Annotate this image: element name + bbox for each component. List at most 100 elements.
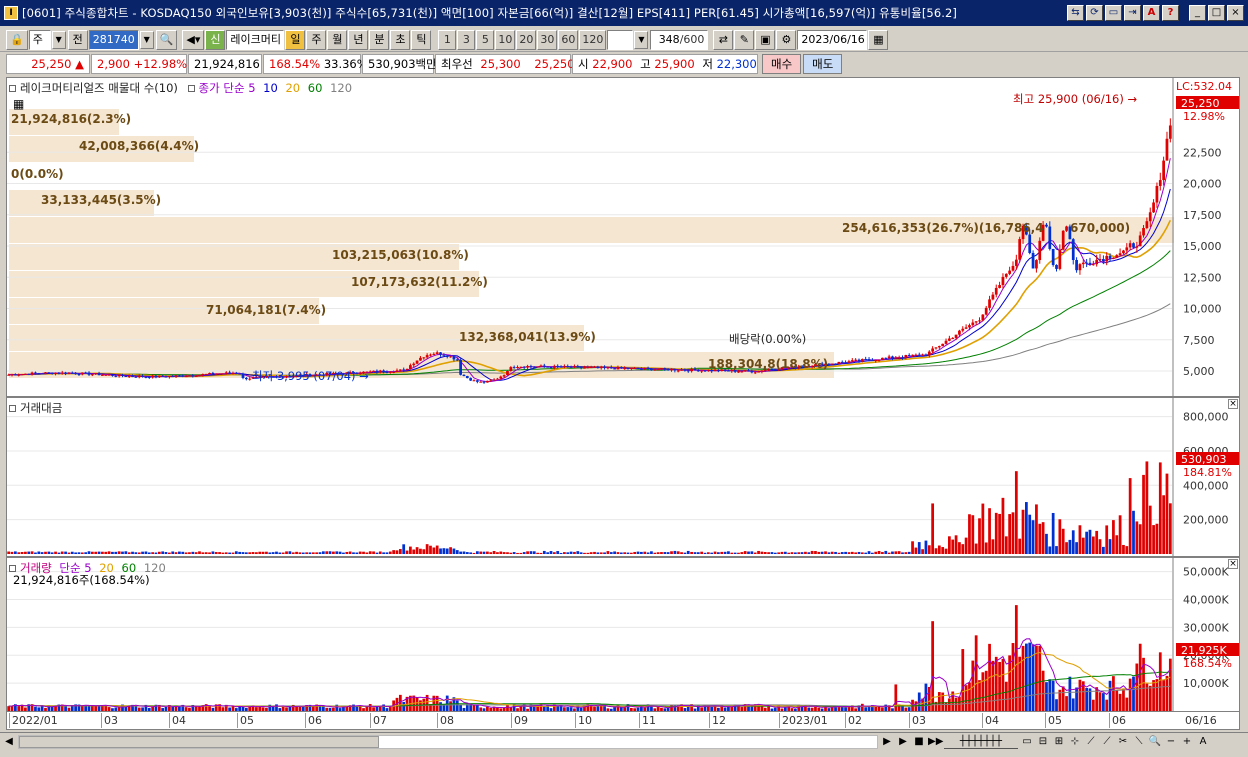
tab-minute[interactable]: 분 bbox=[369, 29, 390, 50]
checkbox-icon[interactable] bbox=[9, 565, 16, 572]
stop-icon[interactable]: ■ bbox=[912, 735, 926, 749]
layout-icon[interactable]: ⊟ bbox=[1036, 735, 1050, 749]
fast-forward-icon[interactable]: ▶▶ bbox=[928, 735, 943, 749]
chevron-down-icon[interactable]: ▼ bbox=[634, 30, 649, 49]
refresh-icon[interactable]: ⟳ bbox=[1086, 5, 1103, 21]
font-icon[interactable]: A bbox=[1143, 5, 1160, 21]
tab-yearly[interactable]: 년 bbox=[348, 29, 369, 50]
speaker-icon[interactable]: ◀▾ bbox=[182, 29, 205, 50]
price-chart-panel[interactable]: 22,500 20,000 17,500 15,000 12,500 10,000 7,50… bbox=[6, 77, 1240, 397]
scrollbar[interactable]: ◀ ▶ ▶ ■ ▶▶ ┼┼┼┼┼┼┼ ▭ ⊟ ⊞ ⊹ ⟋ ⟋ ✂ ⟍ 🔍 − +… bbox=[0, 732, 1248, 751]
checkbox-icon[interactable] bbox=[187, 85, 195, 92]
minus-icon[interactable]: − bbox=[1164, 735, 1178, 749]
crosshair-icon[interactable]: ⊹ bbox=[1068, 735, 1082, 749]
volume-bar bbox=[663, 708, 667, 711]
plus-icon[interactable]: + bbox=[1180, 735, 1194, 749]
help-icon[interactable]: ? bbox=[1162, 5, 1179, 21]
candle-body bbox=[623, 368, 627, 370]
zoom-slider[interactable]: ┼┼┼┼┼┼┼ bbox=[944, 735, 1018, 749]
line-tool-icon[interactable]: ⟋ bbox=[1100, 735, 1114, 749]
buy-button[interactable]: 매수 bbox=[762, 54, 802, 74]
stock-code-input[interactable]: 281740 bbox=[88, 29, 139, 50]
interval-button[interactable]: 3 bbox=[457, 29, 476, 50]
scroll-right-icon[interactable]: ▶ bbox=[880, 735, 894, 749]
interval-button[interactable]: 10 bbox=[495, 29, 516, 50]
candle-body bbox=[951, 337, 955, 339]
candle-body bbox=[164, 376, 168, 378]
tab-daily[interactable]: 일 bbox=[285, 29, 306, 50]
layout-icon[interactable]: ▭ bbox=[1020, 735, 1034, 749]
line-tool-icon[interactable]: ⟍ bbox=[1132, 735, 1146, 749]
zoom-icon[interactable]: 🔍 bbox=[1148, 735, 1162, 749]
interval-button[interactable]: 60 bbox=[558, 29, 579, 50]
checkbox-icon[interactable] bbox=[9, 85, 16, 92]
window-icon[interactable]: ▭ bbox=[1105, 5, 1122, 21]
tab-tick[interactable]: 틱 bbox=[411, 29, 432, 50]
pin-icon[interactable]: ⇥ bbox=[1124, 5, 1141, 21]
volume-bar bbox=[482, 708, 486, 711]
interval-button[interactable]: 20 bbox=[516, 29, 537, 50]
candle-body bbox=[372, 370, 375, 372]
arrows-icon[interactable]: ⇄ bbox=[713, 29, 734, 50]
prev-button[interactable]: 전 bbox=[67, 29, 88, 50]
interval-button[interactable]: 30 bbox=[537, 29, 558, 50]
amount-bar bbox=[311, 552, 315, 554]
font-size-icon[interactable]: A bbox=[1196, 735, 1210, 749]
close-button[interactable]: × bbox=[1227, 5, 1244, 21]
candle-body bbox=[54, 372, 57, 374]
amount-bar bbox=[365, 552, 369, 554]
count-input[interactable]: 348/600 bbox=[650, 29, 709, 50]
play-icon[interactable]: ▶ bbox=[896, 735, 910, 749]
grid-icon[interactable]: ▦ bbox=[13, 97, 24, 111]
volume-bar bbox=[261, 707, 265, 711]
volume-bar bbox=[211, 707, 215, 711]
candle-body bbox=[516, 366, 519, 368]
scroll-left-icon[interactable]: ◀ bbox=[2, 735, 16, 749]
volume-bar bbox=[338, 708, 342, 711]
interval-button[interactable]: 120 bbox=[579, 29, 607, 50]
save-icon[interactable]: ▣ bbox=[755, 29, 776, 50]
chevron-down-icon[interactable]: ▼ bbox=[51, 30, 66, 49]
custom-interval-input[interactable] bbox=[607, 29, 634, 50]
amount-bar bbox=[278, 552, 282, 554]
pen-icon[interactable]: ✎ bbox=[734, 29, 755, 50]
interval-button[interactable]: 5 bbox=[476, 29, 495, 50]
layout-icon[interactable]: ⊞ bbox=[1052, 735, 1066, 749]
sell-button[interactable]: 매도 bbox=[803, 54, 843, 74]
candle-body bbox=[579, 366, 583, 368]
candle-body bbox=[874, 359, 878, 361]
scroll-thumb[interactable] bbox=[19, 736, 379, 748]
interval-button[interactable]: 1 bbox=[438, 29, 457, 50]
candle-body bbox=[224, 372, 228, 374]
gear-icon[interactable]: ⚙ bbox=[776, 29, 797, 50]
amount-bar bbox=[529, 551, 533, 554]
close-icon[interactable]: × bbox=[1228, 559, 1238, 569]
amount-chart-panel[interactable]: 800,000 600,000 400,000 200,000 530,903 184.8… bbox=[6, 397, 1240, 557]
close-icon[interactable]: × bbox=[1228, 399, 1238, 409]
maximize-button[interactable]: □ bbox=[1208, 5, 1225, 21]
tab-second[interactable]: 초 bbox=[390, 29, 411, 50]
period-select[interactable]: 주 bbox=[28, 29, 51, 50]
volume-bar bbox=[1075, 687, 1078, 711]
date-input[interactable]: 2023/06/16 bbox=[797, 29, 868, 50]
scroll-track[interactable] bbox=[18, 735, 878, 749]
search-icon[interactable]: 🔍 bbox=[155, 29, 178, 50]
tab-weekly[interactable]: 주 bbox=[306, 29, 327, 50]
candle-body bbox=[134, 376, 138, 378]
calendar-icon[interactable]: ▦ bbox=[868, 29, 889, 50]
chevron-down-icon[interactable]: ▼ bbox=[139, 30, 154, 49]
lock-icon[interactable]: 🔒 bbox=[6, 29, 28, 50]
minimize-button[interactable]: _ bbox=[1189, 5, 1206, 21]
y-tick-label: 22,500 bbox=[1183, 146, 1222, 159]
link-icon[interactable]: ⇆ bbox=[1067, 5, 1084, 21]
cut-icon[interactable]: ✂ bbox=[1116, 735, 1130, 749]
amount-bar bbox=[372, 551, 375, 554]
line-tool-icon[interactable]: ⟋ bbox=[1084, 735, 1098, 749]
amount-bar bbox=[472, 552, 476, 554]
credit-icon[interactable]: 신 bbox=[205, 29, 226, 50]
volume-chart-panel[interactable]: 50,000K40,000K30,000K20,000K10,000K21,92… bbox=[6, 557, 1240, 712]
candle-body bbox=[1165, 138, 1169, 161]
checkbox-icon[interactable] bbox=[9, 405, 16, 412]
tab-monthly[interactable]: 월 bbox=[327, 29, 348, 50]
volume-bar bbox=[609, 708, 613, 711]
